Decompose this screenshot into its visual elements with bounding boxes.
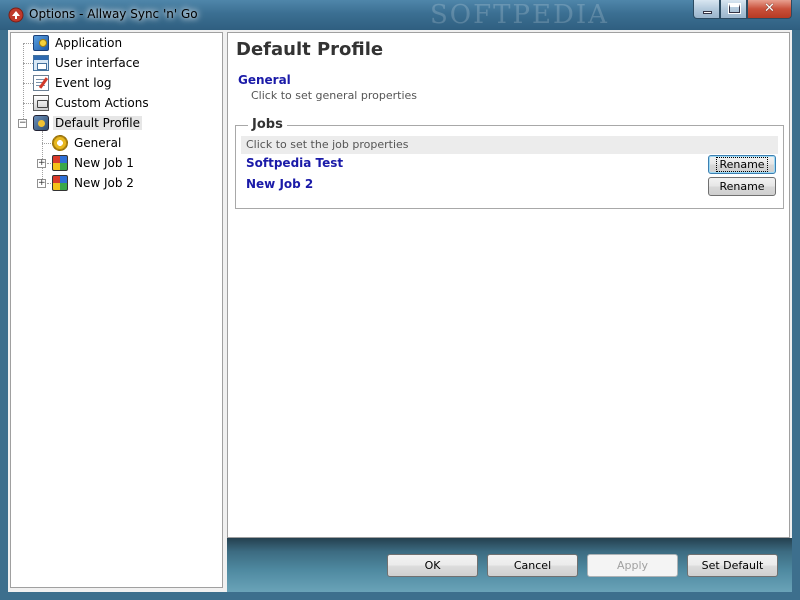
tree-item-default-profile[interactable]: Default Profile [33, 114, 142, 132]
maximize-icon [728, 3, 741, 14]
apply-button[interactable]: Apply [587, 554, 678, 577]
window-client: Application User interface Event log Cus… [8, 30, 792, 592]
jobs-legend: Jobs [248, 117, 287, 132]
tree-line [42, 143, 51, 144]
watermark: SOFTPEDIA [430, 0, 609, 30]
job-link-new-job-2[interactable]: New Job 2 [246, 177, 313, 191]
job-link-softpedia-test[interactable]: Softpedia Test [246, 156, 343, 170]
tree-line [42, 131, 43, 183]
tree-line [23, 103, 33, 104]
expand-toggle[interactable]: + [37, 159, 46, 168]
close-icon: ✕ [764, 1, 775, 16]
close-button[interactable]: ✕ [747, 0, 792, 19]
tree-item-label: Custom Actions [55, 96, 149, 110]
minimize-icon [703, 11, 712, 14]
tree-line [23, 63, 33, 64]
tree-item-new-job-2[interactable]: New Job 2 [52, 174, 136, 192]
tree-item-application[interactable]: Application [33, 34, 124, 52]
tree-item-label: New Job 1 [74, 156, 134, 170]
tree-item-label: User interface [55, 56, 140, 70]
tree-line [47, 163, 51, 164]
tree-item-label: Application [55, 36, 123, 50]
tree-item-label: Default Profile [53, 116, 142, 130]
tree-line [23, 83, 33, 84]
app-logo-icon [8, 7, 24, 23]
job-icon [52, 175, 68, 191]
application-icon [33, 35, 49, 51]
rename-job-1-button[interactable]: Rename [708, 155, 776, 174]
tree-line [47, 183, 51, 184]
dialog-button-bar: OK Cancel Apply Set Default [227, 538, 792, 592]
tree-line [23, 43, 33, 44]
window-title: Options - Allway Sync 'n' Go [29, 7, 198, 21]
page-title: Default Profile [236, 39, 384, 60]
tree-item-custom-actions[interactable]: Custom Actions [33, 94, 151, 112]
event-log-icon [33, 75, 49, 91]
tree-item-user-interface[interactable]: User interface [33, 54, 142, 72]
tree-item-label: Event log [55, 76, 112, 90]
gear-icon [52, 135, 68, 151]
jobs-group: Jobs Click to set the job properties Sof… [235, 117, 784, 209]
content-panel: Default Profile General Click to set gen… [227, 32, 790, 538]
custom-actions-icon [33, 95, 49, 111]
profile-icon [33, 115, 49, 131]
tree-item-new-job-1[interactable]: New Job 1 [52, 154, 136, 172]
maximize-button[interactable] [720, 0, 747, 19]
user-interface-icon [33, 55, 49, 71]
expand-toggle[interactable]: + [37, 179, 46, 188]
rename-label: Rename [719, 180, 765, 193]
set-default-button[interactable]: Set Default [687, 554, 778, 577]
jobs-description[interactable]: Click to set the job properties [241, 136, 778, 154]
collapse-toggle[interactable]: − [18, 119, 27, 128]
general-description: Click to set general properties [251, 89, 417, 102]
options-tree[interactable]: Application User interface Event log Cus… [10, 32, 223, 588]
title-bar[interactable]: Options - Allway Sync 'n' Go SOFTPEDIA ✕ [0, 0, 800, 30]
cancel-button[interactable]: Cancel [487, 554, 578, 577]
general-link[interactable]: General [238, 73, 291, 87]
rename-job-2-button[interactable]: Rename [708, 177, 776, 196]
tree-item-label: General [74, 136, 122, 150]
tree-item-event-log[interactable]: Event log [33, 74, 113, 92]
minimize-button[interactable] [693, 0, 720, 19]
tree-item-general[interactable]: General [52, 134, 123, 152]
rename-label: Rename [716, 157, 768, 172]
job-icon [52, 155, 68, 171]
ok-button[interactable]: OK [387, 554, 478, 577]
tree-item-label: New Job 2 [74, 176, 134, 190]
